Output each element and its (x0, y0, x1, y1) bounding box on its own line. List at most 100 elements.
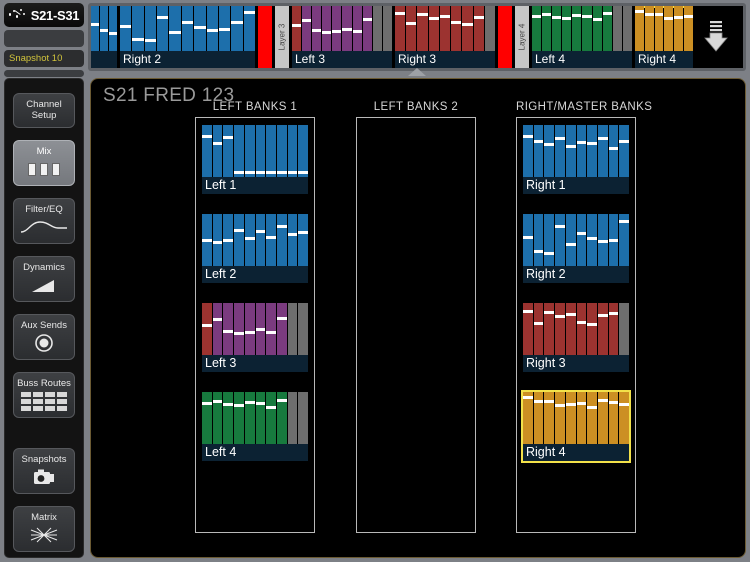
fader-track[interactable] (544, 303, 555, 355)
sidebar-item-matrix[interactable]: Matrix (13, 506, 75, 552)
fader-track[interactable] (234, 214, 244, 266)
fader-track[interactable] (255, 214, 266, 266)
fader-track[interactable] (212, 303, 223, 355)
fader-cap[interactable] (302, 18, 312, 22)
fader-track[interactable] (302, 6, 312, 51)
fader-cap[interactable] (243, 11, 255, 15)
fader-track-inactive[interactable] (298, 392, 309, 444)
fader-cap[interactable] (212, 141, 223, 145)
fader-track[interactable] (544, 214, 555, 266)
fader-track[interactable] (523, 392, 533, 444)
fader-cap[interactable] (212, 400, 223, 404)
fader-track[interactable] (244, 392, 255, 444)
fader-cap[interactable] (608, 238, 619, 242)
fader-cap[interactable] (223, 238, 234, 242)
bank-tile[interactable]: Left 3 (202, 303, 309, 372)
strip-bank[interactable]: Left 3 (292, 6, 392, 68)
fader-cap[interactable] (244, 170, 255, 174)
fader-cap[interactable] (120, 24, 132, 28)
sidebar-item-channel-setup[interactable]: Channel Setup (13, 93, 75, 128)
fader-cap[interactable] (619, 220, 630, 224)
fader-cap[interactable] (562, 16, 572, 20)
fader-cap[interactable] (109, 32, 117, 36)
sidebar-item-filter-eq[interactable]: Filter/EQ (13, 198, 75, 244)
fader-cap[interactable] (342, 27, 352, 31)
column-box[interactable] (356, 117, 476, 533)
fader-cap[interactable] (544, 400, 555, 404)
fader-track[interactable] (332, 6, 342, 51)
fader-track[interactable] (587, 392, 597, 444)
fader-cap[interactable] (234, 228, 244, 232)
strip-layer-divider[interactable]: Layer 3 (275, 6, 289, 68)
fader-cap[interactable] (664, 16, 674, 20)
fader-cap[interactable] (231, 21, 243, 25)
fader-cap[interactable] (555, 137, 565, 141)
fader-track[interactable] (619, 125, 630, 177)
fader-cap[interactable] (602, 12, 612, 16)
fader-track[interactable] (544, 125, 555, 177)
fader-cap[interactable] (635, 9, 644, 13)
fader-track[interactable] (565, 214, 576, 266)
fader-track[interactable] (597, 214, 608, 266)
fader-track[interactable] (608, 392, 619, 444)
fader-track[interactable] (100, 6, 108, 51)
fader-track[interactable] (169, 6, 181, 51)
fader-cap[interactable] (597, 314, 608, 318)
fader-track[interactable] (144, 6, 157, 51)
fader-cap[interactable] (322, 31, 332, 35)
fader-cap[interactable] (244, 236, 255, 240)
strip-alert-bar[interactable] (258, 6, 272, 68)
fader-cap[interactable] (597, 399, 608, 403)
fader-cap[interactable] (523, 310, 533, 314)
fader-track[interactable] (223, 214, 234, 266)
fader-track[interactable] (181, 6, 194, 51)
fader-cap[interactable] (202, 402, 212, 406)
fader-cap[interactable] (555, 404, 565, 408)
fader-track[interactable] (298, 214, 309, 266)
fader-cap[interactable] (212, 317, 223, 321)
fader-track[interactable] (194, 6, 206, 51)
fader-track[interactable] (664, 6, 674, 51)
fader-track[interactable] (451, 6, 462, 51)
console-logo-button[interactable]: S21-S31 (4, 3, 84, 27)
fader-track[interactable] (532, 6, 542, 51)
fader-track-inactive[interactable] (372, 6, 382, 51)
fader-cap[interactable] (533, 139, 544, 143)
fader-cap[interactable] (451, 21, 462, 25)
fader-track[interactable] (287, 125, 298, 177)
fader-track[interactable] (555, 392, 565, 444)
fader-track[interactable] (206, 6, 218, 51)
fader-cap[interactable] (417, 13, 428, 17)
fader-track[interactable] (342, 6, 352, 51)
fader-track[interactable] (202, 392, 212, 444)
fader-cap[interactable] (608, 146, 619, 150)
fader-cap[interactable] (644, 13, 654, 17)
fader-track[interactable] (562, 6, 572, 51)
fader-track[interactable] (395, 6, 406, 51)
fader-cap[interactable] (544, 142, 555, 146)
fader-track-inactive[interactable] (287, 303, 298, 355)
fader-cap[interactable] (555, 315, 565, 319)
fader-track[interactable] (635, 6, 644, 51)
fader-cap[interactable] (684, 15, 693, 18)
fader-cap[interactable] (576, 320, 587, 324)
fader-cap[interactable] (565, 242, 576, 246)
fader-cap[interactable] (582, 15, 592, 18)
fader-track[interactable] (582, 6, 592, 51)
fader-track[interactable] (202, 303, 212, 355)
fader-track[interactable] (654, 6, 664, 51)
fader-track[interactable] (592, 6, 602, 51)
fader-cap[interactable] (234, 404, 244, 408)
fader-cap[interactable] (169, 30, 181, 34)
fader-track[interactable] (572, 6, 582, 51)
strip-bank[interactable]: Right 2 (120, 6, 255, 68)
fader-track[interactable] (533, 392, 544, 444)
bank-tile[interactable]: Right 2 (523, 214, 630, 283)
fader-track[interactable] (266, 125, 276, 177)
fader-track[interactable] (352, 6, 362, 51)
fader-cap[interactable] (533, 400, 544, 404)
fader-cap[interactable] (597, 240, 608, 243)
strip-alert-bar[interactable] (498, 6, 512, 68)
fader-track[interactable] (587, 125, 597, 177)
fader-cap[interactable] (202, 238, 212, 242)
